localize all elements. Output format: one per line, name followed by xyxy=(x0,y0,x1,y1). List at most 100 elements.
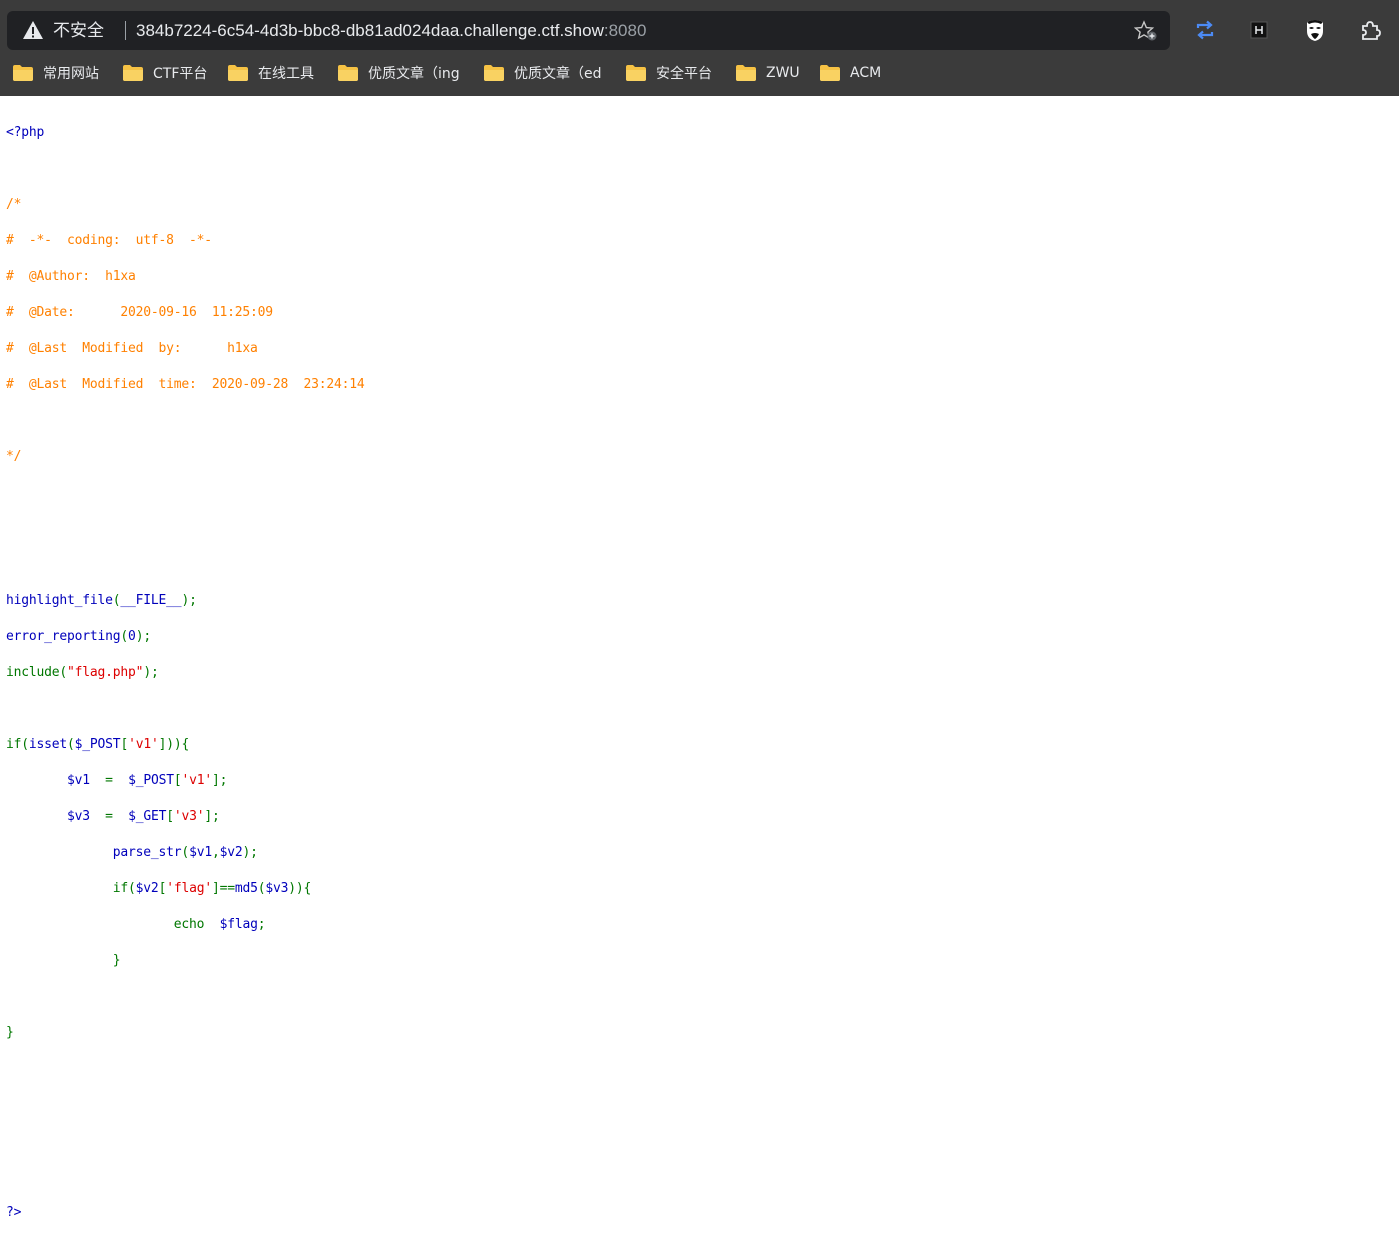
code-token: highlight_file xyxy=(6,593,113,608)
code-token: ])){ xyxy=(158,737,190,752)
code-token: if( xyxy=(6,737,29,752)
comment-line xyxy=(6,412,1386,430)
url-text[interactable]: 384b7224-6c54-4d3b-bbc8-db81ad024daa.cha… xyxy=(136,20,646,42)
bookmark-folder-articles-ed[interactable]: 优质文章（ed xyxy=(484,61,602,85)
comment-line: # @Last Modified time: 2020-09-28 23:24:… xyxy=(6,377,365,392)
code-token: __FILE__ xyxy=(120,593,182,608)
code-token: echo xyxy=(173,917,205,932)
bookmark-label: 常用网站 xyxy=(43,66,99,82)
code-token: ( xyxy=(59,665,68,680)
code-token: $v1 xyxy=(189,845,212,860)
code-token: )){ xyxy=(288,881,312,896)
bookmark-label: 优质文章（ing xyxy=(368,66,460,82)
code-token: = xyxy=(105,773,113,788)
url-port: :8080 xyxy=(603,21,647,40)
code-token: $v2 xyxy=(135,881,159,896)
code-token: [ xyxy=(173,773,182,788)
code-line-error-reporting: error_reporting(0); xyxy=(6,628,1386,646)
bookmark-folder-common-sites[interactable]: 常用网站 xyxy=(13,61,99,85)
bookmark-folder-acm[interactable]: ACM xyxy=(820,61,881,85)
comment-line: */ xyxy=(6,449,22,464)
address-bar[interactable]: 不安全 384b7224-6c54-4d3b-bbc8-db81ad024daa… xyxy=(7,11,1170,50)
bookmark-folder-online-tools[interactable]: 在线工具 xyxy=(228,61,314,85)
toolbar: 不安全 384b7224-6c54-4d3b-bbc8-db81ad024daa… xyxy=(0,0,1399,58)
code-token: 'v1' xyxy=(128,737,159,752)
code-token: , xyxy=(211,845,220,860)
code-token: ( xyxy=(67,737,75,752)
warning-triangle-icon[interactable] xyxy=(22,19,44,41)
folder-icon xyxy=(820,65,840,81)
h-badge-icon xyxy=(1250,21,1268,39)
bookmarks-bar: 常用网站 CTF平台 在线工具 优质文章（ing 优质文章（ed 安全平台 ZW… xyxy=(0,58,1399,88)
folder-icon xyxy=(13,65,33,81)
bookmark-label: 优质文章（ed xyxy=(514,66,602,82)
star-plus-icon[interactable] xyxy=(1134,20,1158,42)
code-line-close-outer: } xyxy=(6,1025,14,1040)
code-token: ]; xyxy=(204,809,220,824)
extension-mask-button[interactable] xyxy=(1303,18,1327,42)
folder-icon xyxy=(228,65,248,81)
code-token: $_POST xyxy=(74,737,121,752)
code-line-highlight-file: highlight_file(__FILE__); xyxy=(6,592,1386,610)
bookmark-label: ACM xyxy=(850,65,882,81)
security-status-label[interactable]: 不安全 xyxy=(53,20,104,42)
code-token: 'v1' xyxy=(181,773,212,788)
url-host: 384b7224-6c54-4d3b-bbc8-db81ad024daa.cha… xyxy=(136,21,604,40)
extension-sync-button[interactable] xyxy=(1193,18,1217,42)
code-token: ); xyxy=(143,665,159,680)
folder-icon xyxy=(736,65,756,81)
folder-icon xyxy=(484,65,504,81)
puzzle-icon xyxy=(1362,21,1381,40)
code-token: $_GET xyxy=(128,809,167,824)
code-token: ( xyxy=(181,845,190,860)
code-line-close-inner: } xyxy=(6,952,1386,970)
sync-arrows-icon xyxy=(1196,20,1214,40)
code-token: md5 xyxy=(234,881,258,896)
comment-line: # @Author: h1xa xyxy=(6,269,136,284)
code-token: ]; xyxy=(212,773,228,788)
comment-line: # @Date: 2020-09-16 11:25:09 xyxy=(6,305,273,320)
code-token: ); xyxy=(181,593,197,608)
code-line-echo-flag: echo $flag; xyxy=(6,916,1386,934)
code-token: 'flag' xyxy=(166,881,212,896)
code-token: ( xyxy=(120,629,129,644)
code-token: $_POST xyxy=(128,773,174,788)
browser-chrome: 不安全 384b7224-6c54-4d3b-bbc8-db81ad024daa… xyxy=(0,0,1399,96)
php-open-tag: <?php xyxy=(6,125,45,140)
bookmark-folder-security-platform[interactable]: 安全平台 xyxy=(626,61,712,85)
code-token: ( xyxy=(257,881,266,896)
code-token: isset xyxy=(28,737,68,752)
bookmark-label: 安全平台 xyxy=(656,66,712,82)
bookmark-folder-zwu[interactable]: ZWU xyxy=(736,61,800,85)
code-token: ); xyxy=(135,629,151,644)
php-close-tag: ?> xyxy=(6,1205,22,1220)
address-divider xyxy=(125,21,126,40)
bookmark-folder-ctf-platform[interactable]: CTF平台 xyxy=(123,61,207,85)
bookmark-label: 在线工具 xyxy=(258,66,314,82)
code-token: } xyxy=(112,953,121,968)
comment-line: # -*- coding: utf-8 -*- xyxy=(6,233,212,248)
extensions-menu-button[interactable] xyxy=(1358,18,1382,42)
folder-icon xyxy=(338,65,358,81)
code-line-if-isset: if(isset($_POST['v1'])){ xyxy=(6,736,1386,754)
code-line-assign-v1: $v1 = $_POST['v1']; xyxy=(6,772,1386,790)
code-token: [ xyxy=(158,881,167,896)
code-line-include: include("flag.php"); xyxy=(6,664,1386,682)
extension-h-button[interactable] xyxy=(1247,18,1271,42)
code-token: $flag xyxy=(219,917,258,932)
code-token: ]== xyxy=(211,881,235,896)
bookmark-folder-articles-ing[interactable]: 优质文章（ing xyxy=(338,61,460,85)
code-token: $v1 xyxy=(67,773,90,788)
code-line-if-md5: if($v2['flag']==md5($v3)){ xyxy=(6,880,1386,898)
bookmark-label: CTF平台 xyxy=(153,66,208,82)
code-token: = xyxy=(105,809,113,824)
